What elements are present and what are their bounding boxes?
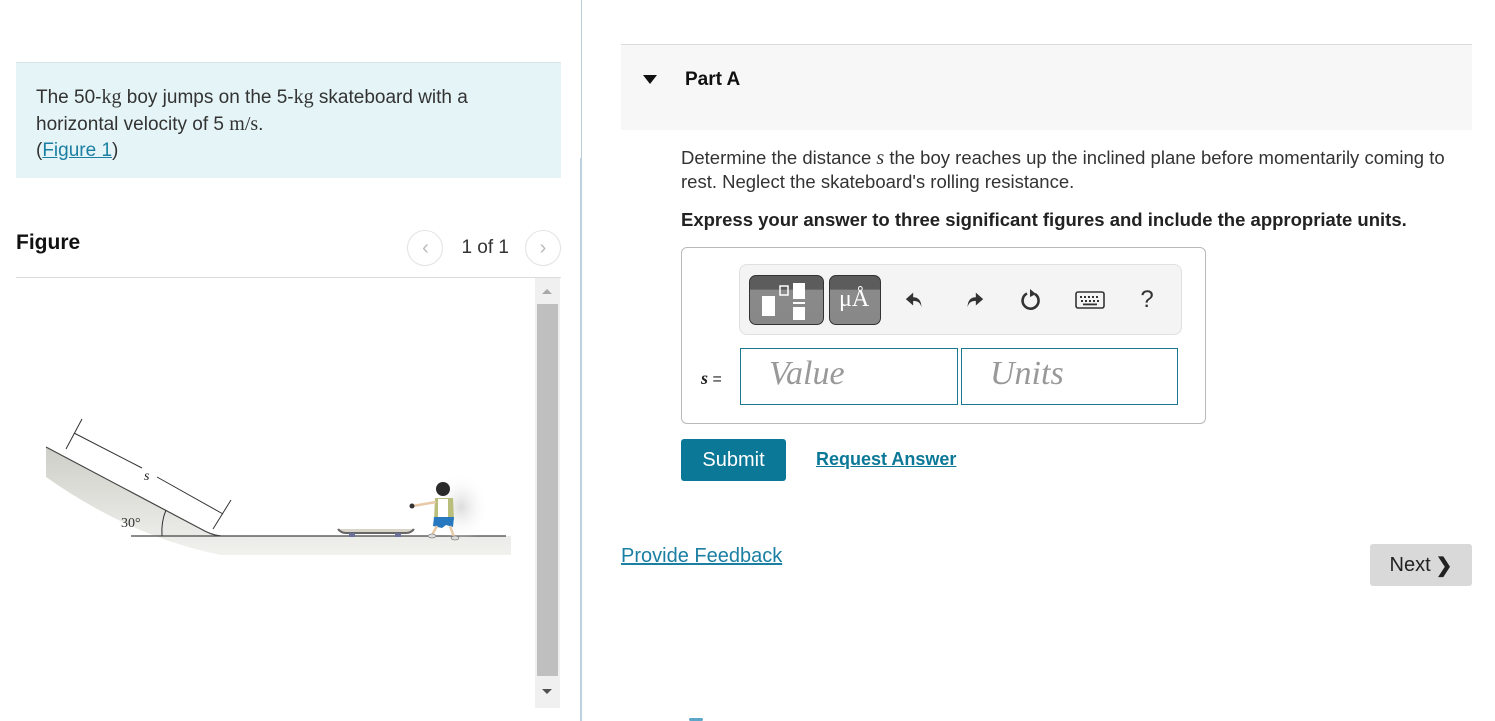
submit-button[interactable]: Submit	[681, 439, 786, 481]
answer-variable: s	[701, 368, 709, 388]
chevron-right-icon: ›	[539, 236, 547, 259]
chevron-left-icon: ‹	[422, 236, 429, 259]
label-s: s	[144, 469, 150, 484]
previous-figure-button[interactable]: ‹	[407, 230, 444, 266]
answer-box: μÅ ? s = Value Units	[681, 247, 1206, 424]
dimension-line-s-top	[73, 432, 143, 469]
unit-kg: kg	[101, 86, 122, 108]
value-input[interactable]: Value	[740, 348, 958, 405]
intro-text: The 50-	[36, 87, 102, 108]
templates-button[interactable]	[749, 275, 824, 325]
figure-pager: ‹ 1 of 1 ›	[407, 230, 561, 266]
dimension-tick-top	[65, 418, 83, 450]
pane-resize-handle[interactable]	[580, 158, 582, 721]
paren: )	[112, 140, 119, 161]
scroll-thumb[interactable]	[537, 304, 558, 676]
question-text: Determine the distance s the boy reaches…	[681, 146, 1481, 194]
figure-1-link[interactable]: Figure 1	[42, 140, 112, 161]
boy-figure	[409, 473, 489, 541]
help-button[interactable]: ?	[1132, 285, 1162, 315]
undo-icon	[905, 292, 922, 308]
figure-scrollbar[interactable]	[535, 278, 560, 708]
reset-button[interactable]	[1016, 285, 1046, 315]
keyboard-icon	[1075, 291, 1105, 309]
next-button[interactable]: Next ❯	[1370, 544, 1472, 586]
collapse-triangle-icon[interactable]	[643, 75, 657, 84]
reset-icon	[1021, 289, 1040, 310]
fraction-templates-icon	[762, 283, 805, 320]
next-figure-button[interactable]: ›	[525, 230, 561, 266]
problem-statement: The 50-kg boy jumps on the 5-kg skateboa…	[16, 62, 561, 178]
keyboard-button[interactable]	[1074, 285, 1106, 315]
units-input[interactable]: Units	[961, 348, 1178, 405]
request-answer-link[interactable]: Request Answer	[816, 449, 956, 470]
pane-divider	[581, 0, 582, 158]
redo-button[interactable]	[959, 285, 989, 315]
part-title[interactable]: Part A	[685, 69, 740, 91]
equals-sign: =	[708, 371, 722, 388]
chevron-right-icon: ❯	[1435, 554, 1453, 577]
intro-text: boy jumps on the 5-	[121, 87, 294, 108]
figure-title: Figure	[16, 231, 81, 254]
part-a-header[interactable]: Part A	[621, 44, 1472, 130]
answer-instruction: Express your answer to three significant…	[681, 209, 1407, 230]
intro-text: .	[258, 114, 264, 135]
units-label: μÅ	[839, 286, 870, 312]
scroll-up-arrow-icon[interactable]	[542, 289, 552, 294]
problem-pane: The 50-kg boy jumps on the 5-kg skateboa…	[0, 0, 580, 721]
scroll-down-arrow-icon[interactable]	[542, 689, 552, 694]
answer-variable-label: s =	[701, 368, 722, 389]
question-text-part: Determine the distance	[681, 147, 877, 168]
redo-icon	[967, 292, 984, 308]
dimension-tick-bottom	[212, 499, 232, 530]
units-button[interactable]: μÅ	[829, 275, 881, 325]
unit-kg: kg	[293, 86, 314, 108]
figure-header: Figure ‹ 1 of 1 ›	[16, 228, 561, 278]
figure-viewport: s 30°	[16, 279, 536, 709]
figure-page-count: 1 of 1	[461, 237, 509, 258]
dimension-line-s-bottom	[156, 476, 224, 515]
label-angle: 30°	[121, 516, 141, 531]
next-label: Next	[1389, 553, 1431, 576]
math-toolbar: μÅ ?	[739, 264, 1182, 335]
unit-velocity: m/s	[229, 113, 259, 135]
figure-1-illustration: s 30°	[45, 418, 511, 555]
provide-feedback-link[interactable]: Provide Feedback	[621, 545, 782, 568]
undo-button[interactable]	[900, 285, 930, 315]
